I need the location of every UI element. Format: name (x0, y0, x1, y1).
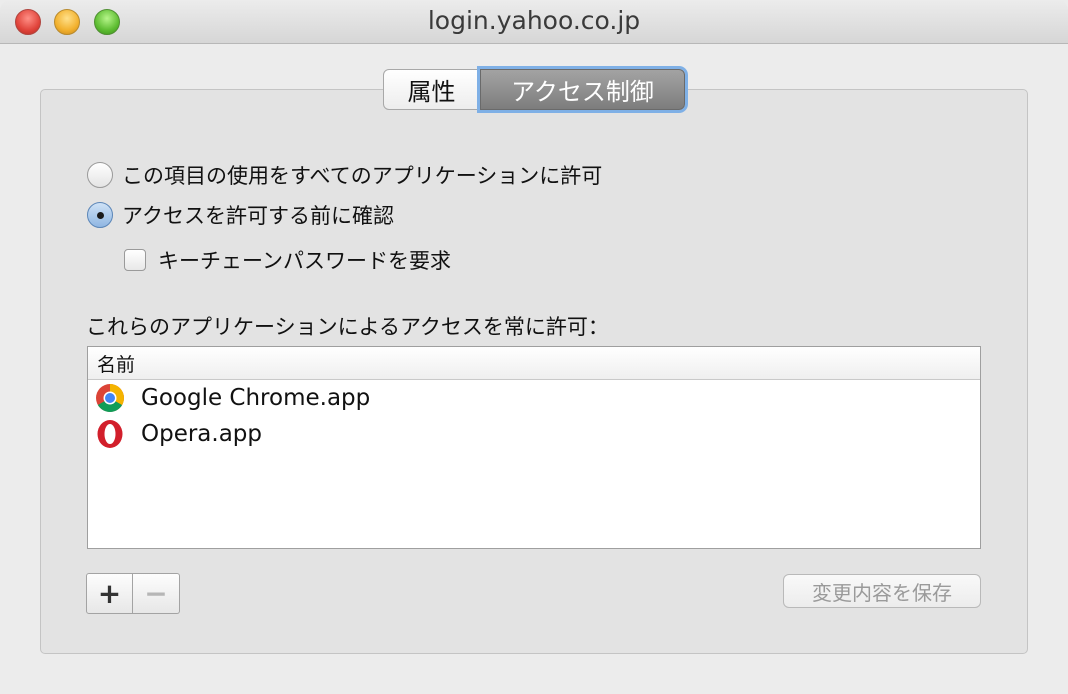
column-header-name[interactable]: 名前 (88, 347, 980, 380)
allow-all-radio[interactable] (87, 162, 113, 188)
column-header-label: 名前 (97, 353, 136, 376)
require-password-option[interactable]: キーチェーンパスワードを要求 (124, 245, 451, 275)
app-name: Opera.app (141, 421, 263, 447)
window-title: login.yahoo.co.jp (427, 6, 641, 35)
confirm-before-access-label: アクセスを許可する前に確認 (122, 204, 394, 228)
tab-bar: 属性 アクセス制御 (383, 69, 685, 110)
confirm-before-access-radio[interactable] (87, 202, 113, 228)
table-row[interactable]: Google Chrome.app (88, 380, 980, 416)
allowed-apps-table[interactable]: 名前 Google Chrome.app Opera.app (87, 346, 981, 549)
add-app-button[interactable]: + (86, 573, 133, 614)
chrome-icon (96, 384, 124, 412)
keychain-access-window: login.yahoo.co.jp 属性 アクセス制御 この項目の使用をすべての… (0, 0, 1068, 694)
app-name: Google Chrome.app (141, 385, 371, 411)
title-bar: login.yahoo.co.jp (0, 0, 1068, 44)
save-changes-button[interactable]: 変更内容を保存 (783, 574, 981, 608)
add-remove-controls: + − (86, 573, 180, 614)
tab-access-control[interactable]: アクセス制御 (480, 69, 685, 110)
allowed-apps-label: これらのアプリケーションによるアクセスを常に許可： (86, 315, 609, 339)
allow-all-option[interactable]: この項目の使用をすべてのアプリケーションに許可 (87, 160, 602, 190)
require-password-label: キーチェーンパスワードを要求 (158, 249, 451, 273)
table-row[interactable]: Opera.app (88, 416, 980, 452)
tab-attributes[interactable]: 属性 (383, 69, 480, 110)
opera-icon (97, 420, 123, 448)
remove-app-button[interactable]: − (133, 573, 180, 614)
confirm-before-access-option[interactable]: アクセスを許可する前に確認 (87, 200, 394, 230)
require-password-checkbox[interactable] (124, 249, 146, 271)
allow-all-label: この項目の使用をすべてのアプリケーションに許可 (122, 164, 603, 188)
